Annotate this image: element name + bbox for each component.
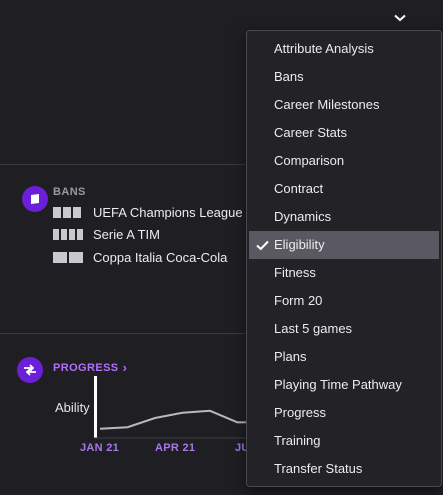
ban-block	[69, 251, 83, 263]
ban-row: Coppa Italia Coca-Cola	[53, 249, 227, 265]
ban-card-icon	[22, 186, 48, 212]
menu-item-fitness[interactable]: Fitness	[247, 259, 441, 287]
menu-item-attribute-analysis[interactable]: Attribute Analysis	[247, 35, 441, 63]
ban-block	[69, 228, 75, 240]
ban-block	[53, 251, 67, 263]
ban-block	[73, 206, 81, 218]
menu-item-label: Bans	[274, 69, 304, 84]
menu-item-label: Last 5 games	[274, 321, 353, 336]
checkmark-icon	[256, 231, 269, 259]
progress-arrows-icon	[17, 357, 43, 383]
menu-item-label: Progress	[274, 405, 327, 420]
player-panel: BANS UEFA Champions League Serie A TIM Cop…	[0, 0, 443, 495]
ban-competition-label: Coppa Italia Coca-Cola	[93, 249, 228, 265]
menu-item-career-milestones[interactable]: Career Milestones	[247, 91, 441, 119]
menu-item-training[interactable]: Training	[247, 427, 441, 455]
menu-item-last-5-games[interactable]: Last 5 games	[247, 315, 441, 343]
menu-item-eligibility[interactable]: Eligibility	[249, 231, 439, 259]
chart-marker-bar	[94, 376, 97, 438]
ban-block	[53, 206, 61, 218]
menu-item-career-stats[interactable]: Career Stats	[247, 119, 441, 147]
chevron-down-icon[interactable]	[392, 10, 408, 26]
menu-item-label: Eligibility	[274, 237, 325, 252]
ban-count-blocks	[53, 228, 93, 240]
menu-item-label: Comparison	[274, 153, 345, 168]
ability-series-line	[99, 409, 250, 430]
ban-row: UEFA Champions League	[53, 204, 243, 220]
menu-item-playing-time-pathway[interactable]: Playing Time Pathway	[247, 371, 441, 399]
ban-block	[77, 228, 83, 240]
menu-item-label: Training	[274, 433, 321, 448]
menu-item-plans[interactable]: Plans	[247, 343, 441, 371]
menu-item-transfer-status[interactable]: Transfer Status	[247, 455, 441, 483]
menu-item-form-20[interactable]: Form 20	[247, 287, 441, 315]
section-divider	[0, 333, 250, 334]
ban-competition-label: Serie A TIM	[93, 226, 160, 242]
ban-block	[53, 228, 59, 240]
menu-item-label: Attribute Analysis	[274, 41, 374, 56]
menu-item-label: Transfer Status	[274, 461, 363, 476]
section-divider	[0, 164, 250, 165]
ban-count-blocks	[53, 251, 93, 263]
menu-item-bans[interactable]: Bans	[247, 63, 441, 91]
ban-row: Serie A TIM	[53, 226, 160, 242]
menu-item-dynamics[interactable]: Dynamics	[247, 203, 441, 231]
menu-item-label: Career Stats	[274, 125, 347, 140]
ban-competition-label: UEFA Champions League	[93, 204, 243, 220]
menu-item-progress[interactable]: Progress	[247, 399, 441, 427]
menu-item-label: Dynamics	[274, 209, 332, 224]
x-tick-label: APR 21	[155, 442, 196, 454]
ban-count-blocks	[53, 206, 93, 218]
chart-y-label: Ability	[55, 400, 90, 415]
menu-item-label: Form 20	[274, 293, 323, 308]
ban-block	[61, 228, 67, 240]
menu-item-label: Contract	[274, 181, 324, 196]
menu-item-comparison[interactable]: Comparison	[247, 147, 441, 175]
bans-section-title: BANS	[53, 186, 86, 198]
x-tick-label: JAN 21	[80, 442, 120, 454]
ban-block	[63, 206, 71, 218]
menu-item-contract[interactable]: Contract	[247, 175, 441, 203]
view-selector-dropdown: Attribute Analysis Bans Career Milestones C…	[246, 30, 442, 487]
menu-item-label: Plans	[274, 349, 307, 364]
menu-item-label: Career Milestones	[274, 97, 380, 112]
menu-item-label: Fitness	[274, 265, 316, 280]
menu-item-label: Playing Time Pathway	[274, 377, 402, 392]
